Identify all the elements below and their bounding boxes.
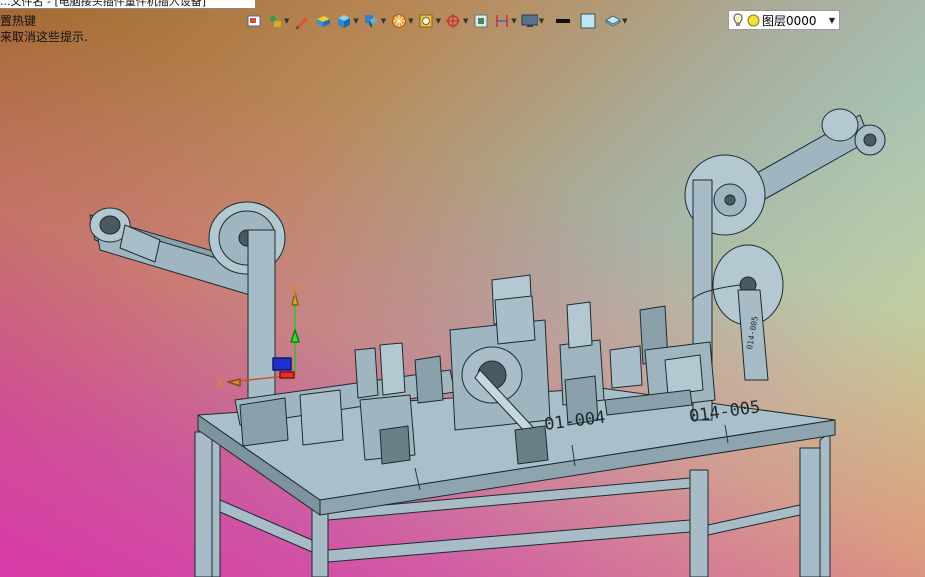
- axis-label-y: Y: [289, 282, 300, 300]
- cad-viewport[interactable]: 01-004 014-005 014-005 Y X: [0, 0, 925, 577]
- right-reel: [684, 108, 886, 421]
- axis-label-x: X: [214, 374, 224, 392]
